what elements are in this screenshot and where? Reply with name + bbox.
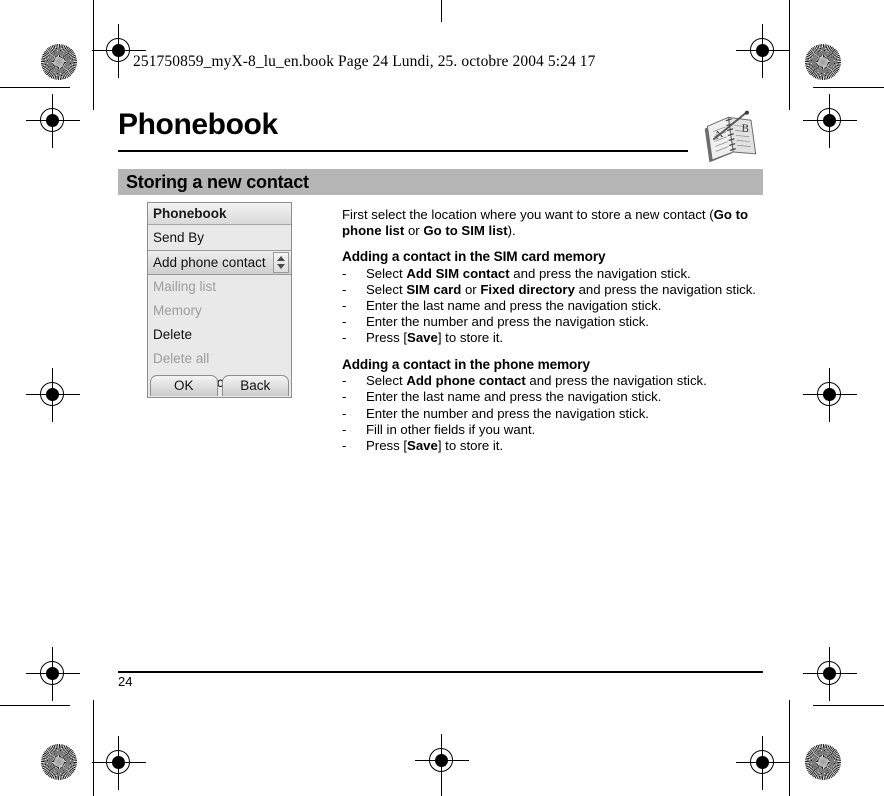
subheading-phone-memory: Adding a contact in the phone memory [342,356,590,372]
phone-menu-spinner[interactable] [273,252,289,273]
step-phone-5-bold: Save [407,437,438,453]
step-sim-3-pre: Enter the last name and press the naviga… [366,297,662,313]
step-phone-5-post: ] to store it. [437,437,504,453]
step-phone-1-post: and press the navigation stick. [525,373,707,389]
step-sim-1: - Select Add SIM contact and press the na… [342,266,766,282]
phone-menu-item-add-phone-contact[interactable]: Add phone contact [148,250,291,275]
phone-softkey-back[interactable]: Back [221,375,289,396]
step-sim-2-bold: SIM card [406,281,462,297]
footer-rule [118,671,763,673]
registration-target-right-upper [803,94,857,148]
crop-line-top-center-vertical [441,0,443,22]
phone-menu-item-delete[interactable]: Delete [148,323,291,347]
step-dash: - [342,297,347,313]
title-rule [118,150,688,153]
scroll-down-arrow-icon[interactable] [277,264,285,269]
step-sim-5: - Press [Save] to store it. [342,330,766,346]
step-sim-4-pre: Enter the number and press the navigatio… [366,314,649,330]
step-dash: - [342,314,347,330]
body-text-column: First select the location where you want… [342,207,766,464]
step-phone-1-bold: Add phone contact [406,373,526,389]
step-sim-3: - Enter the last name and press the navig… [342,298,766,314]
step-phone-5-pre: Press [ [366,437,408,453]
step-dash: - [342,437,347,453]
crop-line-bottom-horizontal-right [813,705,884,707]
phone-screen-menu: Send By Add phone contact Mailing list M… [148,226,291,395]
section-banner: Storing a new contact [118,169,763,195]
step-phone-1-pre: Select [366,373,407,389]
svg-text:B: B [741,123,749,135]
intro-mid: or [404,222,424,238]
page-title: Phonebook [118,108,278,141]
footer-page-number: 24 [118,674,133,689]
step-dash: - [342,265,347,281]
step-phone-4-pre: Fill in other fields if you want. [366,421,536,437]
step-sim-1-bold: Add SIM contact [406,265,510,281]
crop-line-top-horizontal-left [0,87,70,89]
phone-softkey-ok[interactable]: OK [150,375,218,396]
steps-list-sim: - Select Add SIM contact and press the na… [342,266,766,346]
file-header-line: 251750859_myX-8_lu_en.book Page 24 Lundi… [133,53,596,70]
print-density-starburst-top-left [41,44,77,80]
step-dash: - [342,330,347,346]
phone-menu-item-memory: Memory [153,303,202,318]
step-phone-3-pre: Enter the number and press the navigatio… [366,405,649,421]
phone-menu-item-mailing-list: Mailing list [153,279,217,294]
registration-target-bottom-center [415,734,469,788]
intro-paragraph: First select the location where you want… [342,207,766,238]
step-sim-5-post: ] to store it. [437,330,504,346]
step-sim-2-mid: or [461,281,481,297]
registration-target-left-upper [26,94,80,148]
phone-menu-item-delete-all: Delete all [153,351,210,366]
intro-part2: ). [507,222,516,238]
registration-target-top-right [736,24,790,78]
registration-target-right-lower [803,368,857,422]
registration-target-left-lower [26,368,80,422]
step-sim-2-pre: Select [366,281,407,297]
registration-target-right-bottom [803,647,857,701]
step-dash: - [342,421,347,437]
step-dash: - [342,281,347,297]
step-dash: - [342,389,347,405]
phone-screen-title: Phonebook [148,203,291,225]
step-sim-2-bold2: Fixed directory [480,281,575,297]
step-sim-1-post: and press the navigation stick. [509,265,691,281]
phone-menu-item-send-by[interactable]: Send By [148,226,291,250]
step-sim-2: - Select SIM card or Fixed directory and … [342,282,766,298]
step-sim-5-bold: Save [407,330,438,346]
step-dash: - [342,405,347,421]
phone-screenshot-figure: Phonebook Send By Add phone contact Mail… [147,202,292,398]
registration-target-bottom-right [736,736,790,790]
address-book-icon: A B [700,107,764,165]
step-phone-3: - Enter the number and press the navigati… [342,406,766,422]
steps-list-phone: - Select Add phone contact and press the … [342,373,766,453]
print-density-starburst-bottom-left [41,744,77,780]
step-sim-5-pre: Press [ [366,330,408,346]
print-density-starburst-top-right [805,44,841,80]
step-dash: - [342,373,347,389]
crop-line-top-horizontal-right [813,87,884,89]
step-phone-2: - Enter the last name and press the navig… [342,389,766,405]
registration-target-bottom-left [92,736,146,790]
step-phone-1: - Select Add phone contact and press the … [342,373,766,389]
document-page: 251750859_myX-8_lu_en.book Page 24 Lundi… [0,0,884,796]
step-sim-2-post: and press the navigation stick. [574,281,756,297]
phone-softkey-bar: OK Back [148,375,291,397]
step-phone-2-pre: Enter the last name and press the naviga… [366,389,662,405]
step-phone-5: - Press [Save] to store it. [342,438,766,454]
crop-line-bottom-horizontal-left [0,705,70,707]
section-banner-label: Storing a new contact [126,172,309,192]
intro-part1: First select the location where you want… [342,207,714,222]
step-phone-4: - Fill in other fields if you want. [342,422,766,438]
registration-target-left-bottom [26,647,80,701]
step-sim-4: - Enter the number and press the navigati… [342,314,766,330]
scroll-up-arrow-icon[interactable] [277,256,285,261]
subheading-sim-card-memory: Adding a contact in the SIM card memory [342,249,606,265]
intro-bold-go-to-sim-list: Go to SIM list [423,222,508,238]
print-density-starburst-bottom-right [805,744,841,780]
step-sim-1-pre: Select [366,265,407,281]
phone-menu-item-add-phone-contact-label: Add phone contact [153,255,266,270]
